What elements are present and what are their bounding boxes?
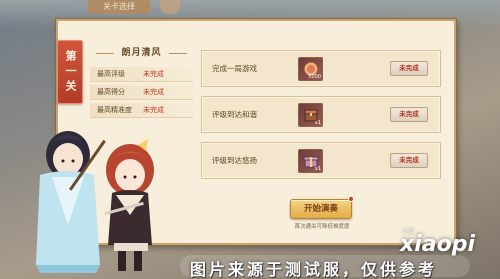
quest-status-button[interactable]: 未完成 [390, 107, 428, 122]
start-performance-button[interactable]: 开始演奏 [290, 199, 352, 219]
first-clear-hint: 首次通关可降低难度度 [294, 224, 350, 230]
top-ornament-icon [160, 0, 180, 14]
stat-value: 未完成 [143, 88, 164, 96]
site-logo: xiaopi [400, 232, 475, 257]
song-title: 朗月清风 [90, 45, 193, 61]
coin-pouch-icon[interactable]: 5000 [298, 57, 323, 81]
quest-row: 评级到达和谐 x1 未完成 [201, 96, 441, 133]
top-tab[interactable]: 关卡选择 [88, 0, 150, 14]
quest-row: 完成一局游戏 5000 未完成 [201, 50, 441, 87]
treasure-chest-icon[interactable]: x1 [298, 103, 323, 127]
stat-value: 未完成 [143, 106, 164, 114]
quest-status-button[interactable]: 未完成 [390, 153, 428, 168]
stat-label: 最高精准度 [97, 106, 132, 114]
stat-label: 最高得分 [97, 88, 125, 96]
quest-text: 评级到达悠扬 [212, 156, 257, 165]
quest-status-button[interactable]: 未完成 [390, 61, 428, 76]
reward-count: x1 [314, 166, 321, 172]
quest-row: 评级到达悠扬 x1 未完成 [201, 142, 441, 179]
stat-label: 最高评级 [97, 70, 125, 78]
watermark-caption: 图片来源于测试服，仅供参考 [190, 260, 438, 279]
stage-badge: 第一关 [57, 40, 83, 104]
chibi-characters-illustration [36, 131, 154, 273]
stat-value: 未完成 [143, 70, 164, 78]
reward-count: 5000 [308, 74, 321, 80]
stat-row-best-score: 最高得分 未完成 [90, 85, 193, 100]
stat-row-best-rating: 最高评级 未完成 [90, 67, 193, 82]
quest-text: 评级到达和谐 [212, 110, 257, 119]
quest-text: 完成一局游戏 [212, 64, 257, 73]
reward-count: x1 [314, 120, 321, 126]
gift-box-icon[interactable]: x1 [298, 149, 323, 173]
notification-dot-icon [348, 196, 354, 202]
